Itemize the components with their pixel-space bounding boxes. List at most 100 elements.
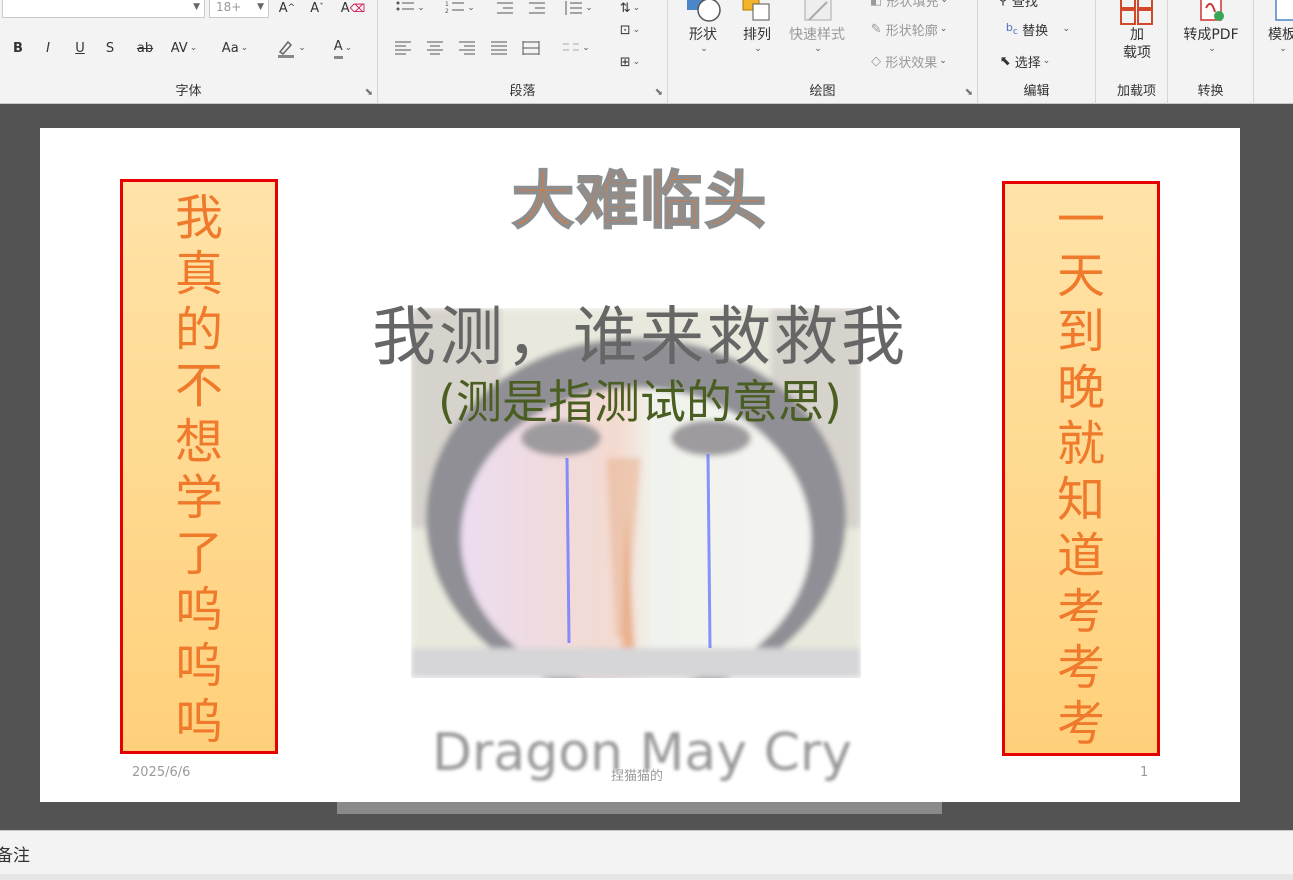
font-color-button[interactable]: A ⌄ [322,36,364,60]
distributed-icon[interactable] [518,36,544,60]
decrease-font-icon[interactable]: Aˇ [306,0,328,20]
left-scroll-char: 呜 [174,694,223,750]
font-size-value: 18+ [216,0,242,14]
increase-font-icon[interactable]: A ^ [276,0,298,20]
slide-note[interactable]: (测是指测试的意思) [40,366,1240,432]
right-scroll-char: 知 [1056,472,1105,528]
shapes-icon [685,0,721,26]
left-scroll-char: 学 [174,470,223,526]
notes-label: 备注 [0,846,30,866]
addins-icon [1119,0,1155,26]
drawing-dialog-launcher-icon[interactable]: ⬊ [965,87,973,98]
align-left-icon[interactable] [390,36,416,60]
shape-fill-icon: ◧ [870,0,883,8]
left-scroll-text: 我真的不想学了呜呜呜 [175,190,223,750]
footer-date[interactable]: 2025/6/6 [132,765,190,780]
bold-button[interactable]: B [8,36,28,60]
notes-pane[interactable]: 备注 [0,830,1293,874]
left-scroll-char: 呜 [174,582,223,638]
numbering-icon[interactable]: 1 2 ⌄ [440,0,480,20]
replace-button[interactable]: bc 替换 ⌄ [988,17,1088,41]
horizontal-scroll-thumb[interactable] [337,802,942,814]
select-label: 选择 [1014,55,1041,71]
convert-group-label: 转换 [1197,84,1224,99]
change-case-button[interactable]: Aa ⌄ [214,36,256,60]
replace-icon: bc [1005,20,1018,38]
pdf-icon [1193,0,1229,26]
paragraph-dialog-launcher-icon[interactable]: ⬊ [655,87,663,98]
shadow-button[interactable]: S [100,36,120,60]
font-dialog-launcher-icon[interactable]: ⬊ [365,87,373,98]
drawing-group-label: 绘图 [809,84,836,99]
shape-effects-button[interactable]: ◇ 形状效果 ⌄ [858,49,960,73]
addins-button[interactable]: 加 载项 [1112,0,1162,62]
paragraph-group: ⌄ 1 2 ⌄ ⌄ ⌄ ⇅ ⌄ ⊡ ⌄ ⊞ ⌄ 段落 ⬊ [378,0,668,104]
smartart-icon[interactable]: ⊞ ⌄ [610,50,650,74]
svg-text:1: 1 [445,1,449,8]
shape-effects-label: 形状效果 [885,55,938,71]
quick-styles-button[interactable]: 快速样式 ⌄ [784,0,850,54]
strikethrough-button[interactable]: ab [132,36,158,60]
decrease-indent-icon[interactable] [492,0,518,20]
find-label: 查找 [1011,0,1038,10]
font-size-combo[interactable]: 18+ ▼ [209,0,269,18]
convert-pdf-label: 转成PDF [1183,27,1239,43]
font-name-combo[interactable]: ▼ [2,0,205,18]
bullets-icon[interactable]: ⌄ [390,0,430,20]
columns-icon[interactable]: ⌄ [556,36,596,60]
change-case-label: Aa [221,40,239,56]
align-center-icon[interactable] [422,36,448,60]
select-pointer-icon: ⬉ [999,53,1011,69]
char-spacing-button[interactable]: AV ⌄ [164,36,204,60]
footer-author[interactable]: 捏猫猫的 [611,765,663,784]
font-group: ▼ 18+ ▼ A ^ Aˇ A ⌫ B I U S ab AV ⌄ Aa ⌄ ⌄ A ⌄ … [0,0,378,104]
shape-outline-icon: ✎ [870,21,882,37]
underline-button[interactable]: U [70,36,90,60]
align-right-icon[interactable] [454,36,480,60]
right-scroll-char: 考 [1056,640,1105,696]
paragraph-group-label: 段落 [509,84,536,99]
shape-outline-label: 形状轮廓 [885,23,938,39]
slide-title[interactable]: 大难临头 [40,150,1240,240]
right-scroll-char: 道 [1056,528,1105,584]
slide-subtitle[interactable]: 我测，谁来救救我 [40,286,1240,378]
status-bar [0,874,1293,880]
italic-button[interactable]: I [38,36,58,60]
justify-icon[interactable] [486,36,512,60]
convert-group: 转成PDF ⌄ 转换 [1168,0,1254,104]
editing-group: ⚲ 查找 bc 替换 ⌄ ⬉ 选择 ⌄ 编辑 [978,0,1096,104]
left-scroll-banner[interactable]: 我真的不想学了呜呜呜 [120,179,278,754]
right-scroll-banner[interactable]: 一天到晚就知道考考考 [1002,181,1160,756]
replace-label: 替换 [1022,23,1049,39]
addins-group-label: 加载项 [1116,84,1156,99]
quick-styles-icon [799,0,835,26]
slide-canvas[interactable]: 我真的不想学了呜呜呜 一天到晚就知道考考考 大难临头 我测，谁来救救我 (测是指… [40,128,1240,802]
svg-text:2: 2 [445,8,449,15]
addins-button-label: 加 载项 [1123,27,1151,61]
template-button[interactable]: 模板 ⌄ [1262,0,1293,54]
shape-fill-label: 形状填充 [886,0,939,10]
shapes-label: 形状 [689,27,717,43]
align-text-icon[interactable]: ⊡ ⌄ [610,18,650,42]
left-scroll-char: 了 [174,526,223,582]
editing-group-label: 编辑 [1023,84,1050,99]
convert-pdf-button[interactable]: 转成PDF ⌄ [1174,0,1248,54]
footer-page-number[interactable]: 1 [1140,765,1148,780]
find-button[interactable]: ⚲ 查找 [988,0,1048,12]
find-icon: ⚲ [998,0,1008,8]
addins-group: 加 载项 加载项 [1106,0,1168,104]
text-direction-icon[interactable]: ⇅ ⌄ [610,0,650,20]
shape-effects-icon: ◇ [871,53,882,69]
shape-outline-button[interactable]: ✎ 形状轮廓 ⌄ [858,17,960,41]
increase-indent-icon[interactable] [524,0,550,20]
shape-fill-button[interactable]: ◧ 形状填充 ⌄ [858,0,960,12]
line-spacing-icon[interactable]: ⌄ [558,0,598,20]
highlight-icon[interactable]: ⌄ [270,36,312,60]
arrange-label: 排列 [743,27,771,43]
clear-format-icon[interactable]: A ⌫ [340,0,366,20]
left-scroll-char: 呜 [174,638,223,694]
arrange-button[interactable]: 排列 ⌄ [736,0,778,54]
font-color-label: A [333,38,343,59]
select-button[interactable]: ⬉ 选择 ⌄ [988,49,1062,73]
shapes-button[interactable]: 形状 ⌄ [682,0,724,54]
